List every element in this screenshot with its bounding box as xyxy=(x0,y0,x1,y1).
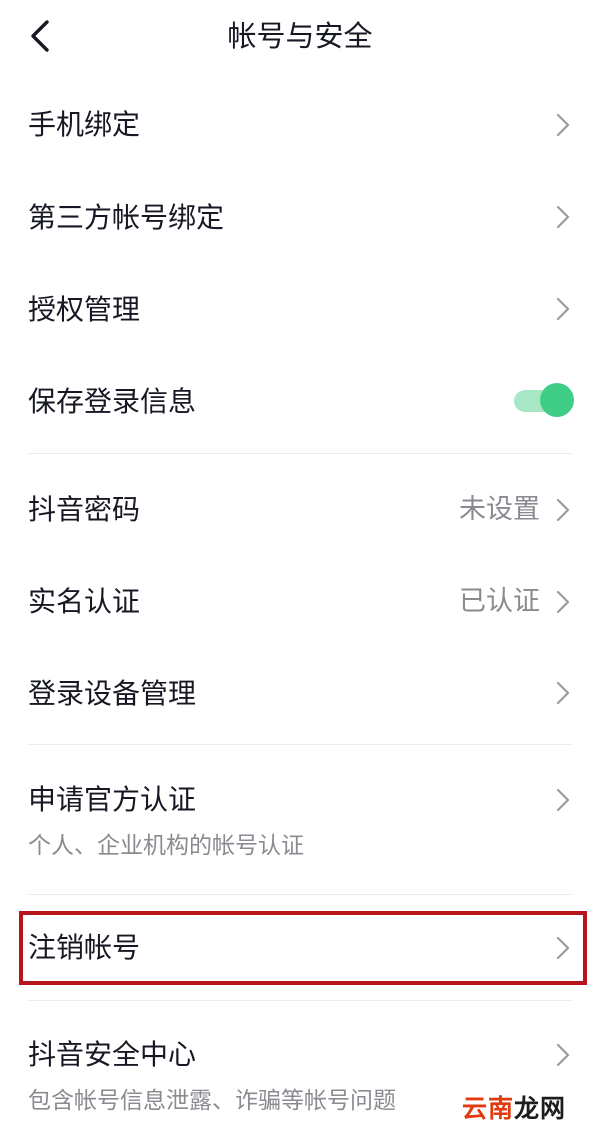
row-label: 实名认证 xyxy=(28,585,141,618)
watermark-part: 南 xyxy=(487,1094,514,1123)
chevron-right-icon xyxy=(554,111,572,139)
row-value: 已认证 xyxy=(459,586,540,617)
row-subtitle: 包含帐号信息泄露、诈骗等帐号问题 xyxy=(28,1088,396,1114)
nav-bar: 帐号与安全 xyxy=(0,0,600,76)
divider xyxy=(28,453,572,454)
save-login-toggle[interactable] xyxy=(514,383,574,417)
row-auth-management[interactable]: 授权管理 xyxy=(0,264,600,356)
row-real-name-auth[interactable]: 实名认证 已认证 xyxy=(0,554,600,646)
chevron-right-icon xyxy=(554,496,572,524)
chevron-right-icon xyxy=(554,295,572,323)
chevron-right-icon xyxy=(554,679,572,707)
row-douyin-password[interactable]: 抖音密码 未设置 xyxy=(0,462,600,554)
row-label: 授权管理 xyxy=(28,293,141,326)
row-login-device-management[interactable]: 登录设备管理 xyxy=(0,646,600,738)
page-title: 帐号与安全 xyxy=(227,19,373,53)
row-label: 申请官方认证 xyxy=(28,783,197,816)
row-third-party-binding[interactable]: 第三方帐号绑定 xyxy=(0,172,600,264)
row-label: 第三方帐号绑定 xyxy=(28,201,225,234)
row-official-verification[interactable]: 申请官方认证 个人、企业机构的帐号认证 xyxy=(0,752,600,892)
watermark-part: 云 xyxy=(461,1094,488,1123)
chevron-right-icon xyxy=(554,786,572,814)
divider xyxy=(28,894,572,895)
chevron-right-icon xyxy=(554,203,572,231)
divider xyxy=(28,744,572,745)
row-value: 未设置 xyxy=(459,494,540,525)
row-label: 抖音密码 xyxy=(28,493,141,526)
chevron-right-icon xyxy=(554,1041,572,1069)
site-watermark: 云南龙网 xyxy=(462,1094,566,1124)
row-phone-binding[interactable]: 手机绑定 xyxy=(0,80,600,172)
row-label: 手机绑定 xyxy=(28,108,141,141)
row-label: 登录设备管理 xyxy=(28,677,197,710)
watermark-part: 龙网 xyxy=(513,1094,566,1123)
toggle-knob xyxy=(540,383,574,417)
divider xyxy=(28,1000,572,1001)
row-save-login-info: 保存登录信息 xyxy=(0,356,600,448)
chevron-right-icon xyxy=(554,588,572,616)
row-subtitle: 个人、企业机构的帐号认证 xyxy=(28,833,304,859)
row-label: 抖音安全中心 xyxy=(28,1038,197,1071)
row-label: 保存登录信息 xyxy=(28,385,197,418)
highlight-annotation-box xyxy=(19,911,587,985)
